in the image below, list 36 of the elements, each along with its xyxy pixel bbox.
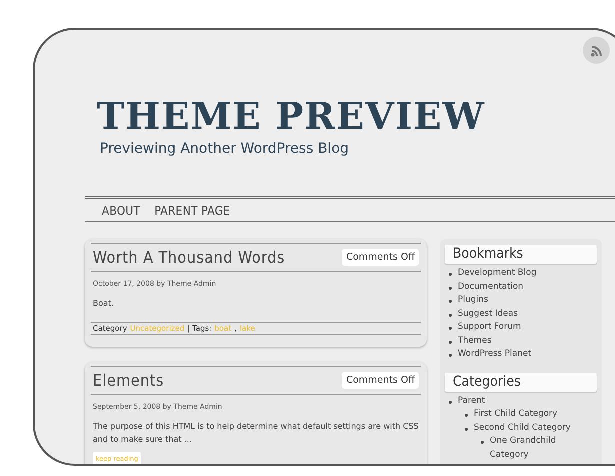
nav-link[interactable]: ABOUT bbox=[102, 204, 141, 218]
post-excerpt: The purpose of this HTML is to help determine what default settings are with CSS and to make sure that ... bbox=[93, 421, 419, 446]
comments-label: Comments Off bbox=[342, 249, 419, 266]
sidebar-link[interactable]: First Child Category bbox=[474, 408, 558, 422]
site-title[interactable]: THEME PREVIEW bbox=[97, 94, 615, 138]
post-excerpt: Boat. bbox=[93, 298, 115, 310]
nav-link[interactable]: PARENT PAGE bbox=[154, 204, 230, 218]
bullet-icon bbox=[449, 286, 452, 290]
bullet-icon bbox=[449, 300, 452, 303]
bullet-icon bbox=[449, 340, 452, 344]
post-title[interactable]: Elements bbox=[93, 371, 164, 390]
site-tagline: Previewing Another WordPress Blog bbox=[100, 141, 350, 157]
sidebar-link[interactable]: Support Forum bbox=[458, 321, 522, 334]
bullet-icon bbox=[449, 273, 452, 276]
bullet-icon bbox=[449, 400, 452, 404]
sidebar-link[interactable]: Themes bbox=[458, 334, 492, 348]
bullet-icon bbox=[449, 354, 452, 357]
sidebar-link[interactable]: Development Blog bbox=[458, 267, 537, 280]
widget-heading: Categories bbox=[445, 372, 597, 392]
bullet-icon bbox=[449, 327, 452, 330]
sidebar-link[interactable]: Plugins bbox=[458, 294, 488, 308]
rss-button[interactable] bbox=[583, 37, 610, 64]
rss-icon bbox=[590, 44, 602, 56]
sidebar-link[interactable]: Suggest Ideas bbox=[458, 308, 518, 321]
sidebar-link[interactable]: Second Child Category bbox=[474, 422, 571, 435]
sidebar-link[interactable]: Documentation bbox=[458, 280, 524, 294]
sidebar-link[interactable]: WordPress Planet bbox=[458, 348, 532, 362]
sidebar-link[interactable]: Parent bbox=[458, 394, 486, 408]
bullet-icon bbox=[465, 428, 468, 430]
bullet-icon bbox=[465, 414, 468, 417]
bullet-icon bbox=[481, 441, 484, 444]
bullet-icon bbox=[449, 314, 452, 316]
sidebar-link[interactable]: One Grandchild Category bbox=[490, 435, 597, 462]
post-title[interactable]: Worth A Thousand Words bbox=[93, 248, 286, 267]
comments-label: Comments Off bbox=[342, 372, 419, 389]
widget-heading: Bookmarks bbox=[445, 245, 597, 264]
